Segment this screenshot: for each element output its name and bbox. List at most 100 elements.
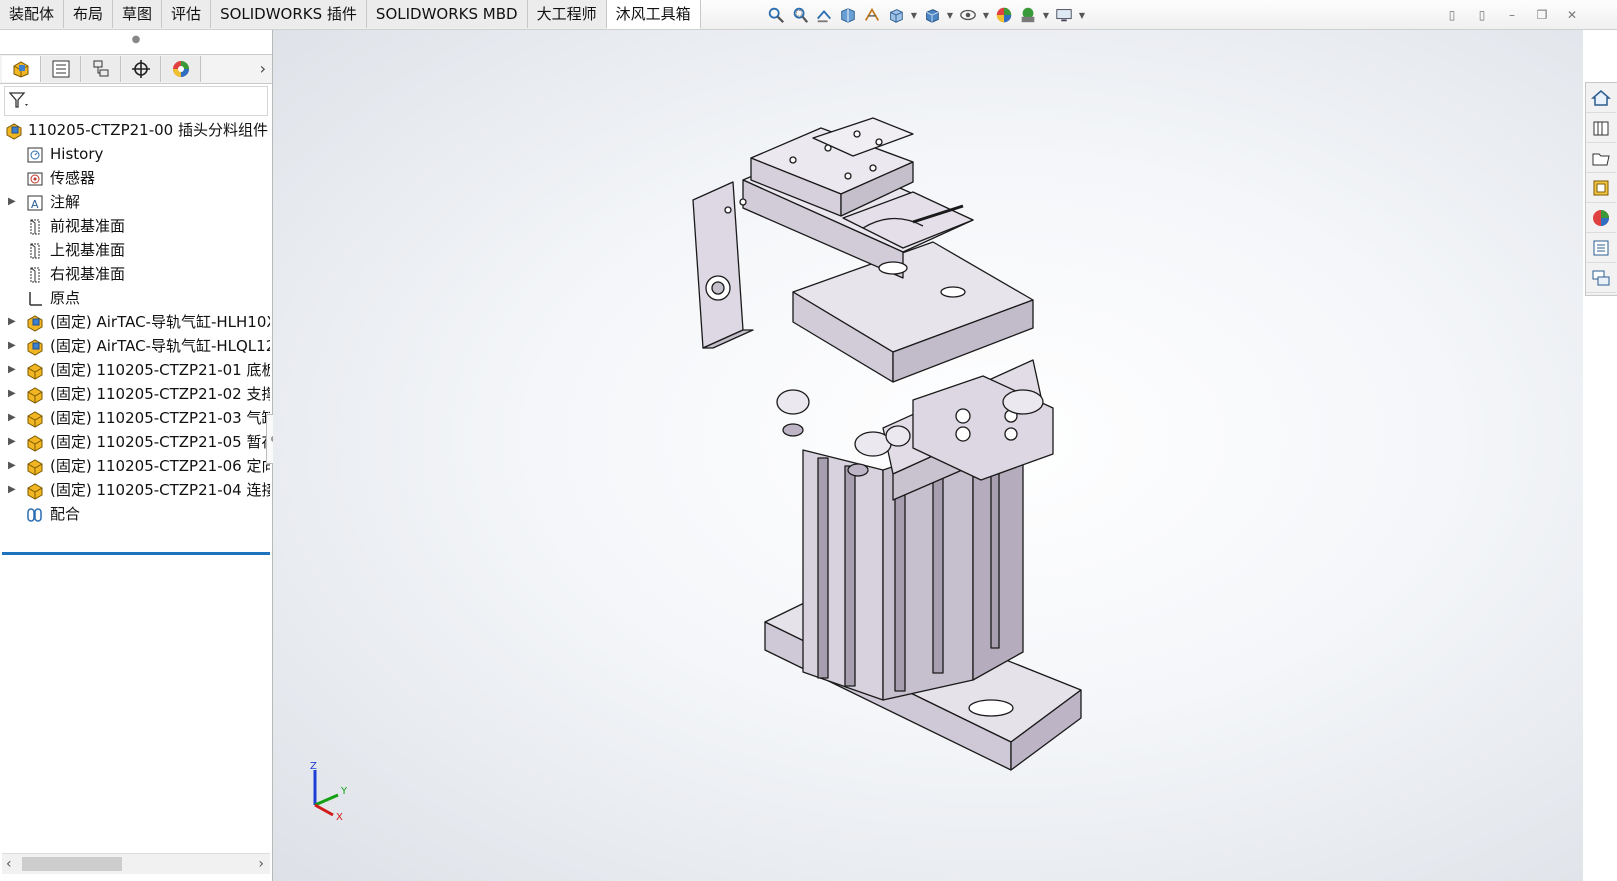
- configuration-manager-icon[interactable]: [82, 56, 121, 82]
- tree-item[interactable]: ▶ (固定) 110205-CTZP21-02 支撑板: [0, 382, 270, 406]
- expand-chevron-icon[interactable]: ▶: [8, 430, 18, 454]
- chevron-down-icon[interactable]: ▼: [1078, 11, 1086, 20]
- hide-show-icon[interactable]: [958, 5, 978, 25]
- tree-item[interactable]: 配合: [0, 502, 270, 526]
- file-explorer-icon[interactable]: [1586, 143, 1616, 173]
- assembly-model-view[interactable]: [273, 30, 1583, 881]
- subassembly-icon: [26, 314, 44, 332]
- triad-y-axis: [314, 793, 339, 807]
- annotation-icon: A: [26, 194, 44, 212]
- expand-chevron-icon[interactable]: ▶: [8, 382, 18, 406]
- property-manager-icon[interactable]: [42, 56, 81, 82]
- scroll-left-icon[interactable]: ‹: [6, 854, 12, 874]
- tab-layout[interactable]: 布局: [64, 0, 114, 28]
- tree-item-label: 原点: [50, 289, 81, 307]
- tree-item[interactable]: 原点: [0, 286, 270, 310]
- tree-item[interactable]: 前视基准面: [0, 214, 270, 238]
- tab-mufeng-toolbox[interactable]: 沐风工具箱: [606, 0, 701, 29]
- tree-item[interactable]: ▶ (固定) 110205-CTZP21-05 暂存板: [0, 430, 270, 454]
- horizontal-scrollbar[interactable]: ‹ ›: [2, 853, 270, 874]
- tab-big-engineer[interactable]: 大工程师: [527, 0, 607, 28]
- close-icon[interactable]: ✕: [1563, 6, 1581, 24]
- tab-solidworks-addins[interactable]: SOLIDWORKS 插件: [211, 0, 367, 28]
- expand-chevron-icon[interactable]: ▶: [8, 478, 18, 502]
- tree-item-label: 上视基准面: [50, 241, 126, 259]
- mates-icon: [26, 506, 44, 524]
- tree-item[interactable]: 右视基准面: [0, 262, 270, 286]
- tab-evaluate[interactable]: 评估: [162, 0, 212, 28]
- plane-icon: [26, 218, 44, 236]
- tree-item[interactable]: History: [0, 142, 270, 166]
- heads-up-view-toolbar: ▼ ▼ ▼ ▼ ▼: [766, 5, 1086, 25]
- part-icon: [26, 410, 44, 428]
- dimxpert-manager-icon[interactable]: [122, 56, 161, 82]
- expand-chevron-icon[interactable]: ▶: [8, 406, 18, 430]
- view-palette-icon[interactable]: [1586, 173, 1616, 203]
- part-icon: [26, 458, 44, 476]
- ribbon-tabs: 装配体 布局 草图 评估 SOLIDWORKS 插件 SOLIDWORKS MB…: [0, 0, 701, 29]
- manager-tabs: ›: [0, 54, 272, 84]
- apply-scene-icon[interactable]: [1018, 5, 1038, 25]
- tab-solidworks-mbd[interactable]: SOLIDWORKS MBD: [366, 0, 528, 28]
- tree-item-label: 前视基准面: [50, 217, 126, 235]
- tree-item-label: (固定) 110205-CTZP21-04 连接板: [50, 481, 270, 499]
- tree-item-label: (固定) 110205-CTZP21-06 定向板: [50, 457, 270, 475]
- tree-item[interactable]: ▶ (固定) 110205-CTZP21-01 底板: [0, 358, 270, 382]
- featuremanager-tree-icon[interactable]: [2, 56, 41, 82]
- tree-item[interactable]: ▶ (固定) 110205-CTZP21-04 连接板: [0, 478, 270, 502]
- forum-icon[interactable]: [1586, 263, 1616, 293]
- tree-item[interactable]: ▶ (固定) 110205-CTZP21-06 定向板: [0, 454, 270, 478]
- restore-icon[interactable]: ❐: [1533, 6, 1551, 24]
- task-pane: [1585, 82, 1617, 296]
- graphics-area[interactable]: Z Y X: [273, 30, 1583, 881]
- dynamic-annotation-icon[interactable]: [862, 5, 882, 25]
- tree-filter-field[interactable]: [4, 86, 268, 116]
- tree-item[interactable]: 传感器: [0, 166, 270, 190]
- display-style-icon[interactable]: [922, 5, 942, 25]
- filter-icon: [9, 92, 28, 108]
- chevron-down-icon[interactable]: ▼: [910, 11, 918, 20]
- expand-chevron-icon[interactable]: ▶: [8, 334, 18, 358]
- rollback-bar[interactable]: [2, 552, 270, 555]
- chevron-right-icon[interactable]: ›: [260, 59, 266, 78]
- tree-item[interactable]: 上视基准面: [0, 238, 270, 262]
- expand-chevron-icon[interactable]: ▶: [8, 454, 18, 478]
- minimize-icon[interactable]: –: [1503, 6, 1521, 24]
- assembly-icon: [6, 123, 22, 140]
- view-settings-icon[interactable]: [1054, 5, 1074, 25]
- zoom-to-fit-icon[interactable]: [766, 5, 786, 25]
- view-orientation-icon[interactable]: [886, 5, 906, 25]
- tree-item[interactable]: ▶ (固定) AirTAC-导轨气缸-HLQL12: [0, 334, 270, 358]
- expand-chevron-icon[interactable]: ▶: [8, 358, 18, 382]
- tile-right-icon[interactable]: ▯: [1473, 6, 1491, 24]
- panel-grip-handle[interactable]: ●: [0, 30, 272, 50]
- previous-view-icon[interactable]: [814, 5, 834, 25]
- tab-sketch[interactable]: 草图: [113, 0, 163, 28]
- history-icon: [26, 146, 44, 164]
- appearances-icon[interactable]: [1586, 203, 1616, 233]
- chevron-down-icon[interactable]: ▼: [982, 11, 990, 20]
- chevron-down-icon[interactable]: ▼: [1042, 11, 1050, 20]
- section-view-icon[interactable]: [838, 5, 858, 25]
- chevron-down-icon[interactable]: ▼: [946, 11, 954, 20]
- scrollbar-thumb[interactable]: [22, 857, 122, 871]
- expand-chevron-icon[interactable]: ▶: [8, 190, 18, 214]
- tree-item[interactable]: ▶ A 注解: [0, 190, 270, 214]
- tree-item-label: (固定) 110205-CTZP21-01 底板: [50, 361, 270, 379]
- tree-item[interactable]: ▶ (固定) 110205-CTZP21-03 气缸板: [0, 406, 270, 430]
- tree-item[interactable]: ▶ (固定) AirTAC-导轨气缸-HLH10X: [0, 310, 270, 334]
- solidworks-resources-icon[interactable]: [1586, 83, 1616, 113]
- tab-assembly[interactable]: 装配体: [0, 0, 65, 28]
- tile-left-icon[interactable]: ▯: [1443, 6, 1461, 24]
- scroll-right-icon[interactable]: ›: [258, 854, 264, 874]
- tree-item-label: History: [50, 145, 104, 163]
- tree-root-assembly[interactable]: 110205-CTZP21-00 插头分料组件 (: [0, 118, 270, 142]
- design-library-icon[interactable]: [1586, 113, 1616, 143]
- display-manager-icon[interactable]: [162, 56, 201, 82]
- part-icon: [26, 362, 44, 380]
- expand-chevron-icon[interactable]: ▶: [8, 310, 18, 334]
- feature-tree: 110205-CTZP21-00 插头分料组件 ( History 传感器 ▶ A 注解…: [0, 118, 272, 526]
- custom-properties-icon[interactable]: [1586, 233, 1616, 263]
- edit-appearance-icon[interactable]: [994, 5, 1014, 25]
- zoom-area-icon[interactable]: [790, 5, 810, 25]
